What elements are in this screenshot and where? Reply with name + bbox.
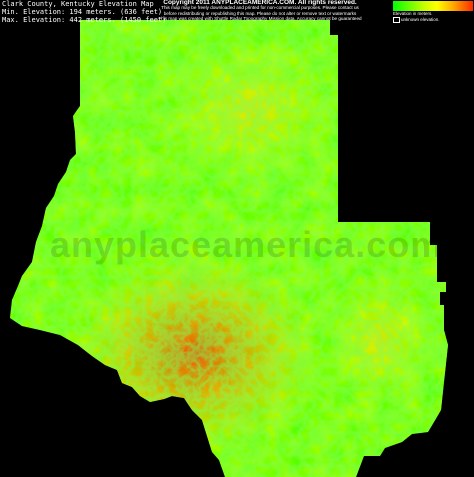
elevation-legend: Elevation in meters. unknown elevation.: [393, 1, 473, 23]
legend-color-bar: [393, 1, 473, 11]
watermark: anyplaceamerica.com: [50, 224, 444, 265]
copyright-block: Copyright 2011 ANYPLACEAMERICA.COM. All …: [140, 0, 380, 22]
legend-unknown-label: unknown elevation.: [393, 16, 473, 23]
unknown-swatch-icon: [393, 16, 400, 23]
notice-line-3: This map was created with Shuttle Radar …: [158, 16, 362, 22]
